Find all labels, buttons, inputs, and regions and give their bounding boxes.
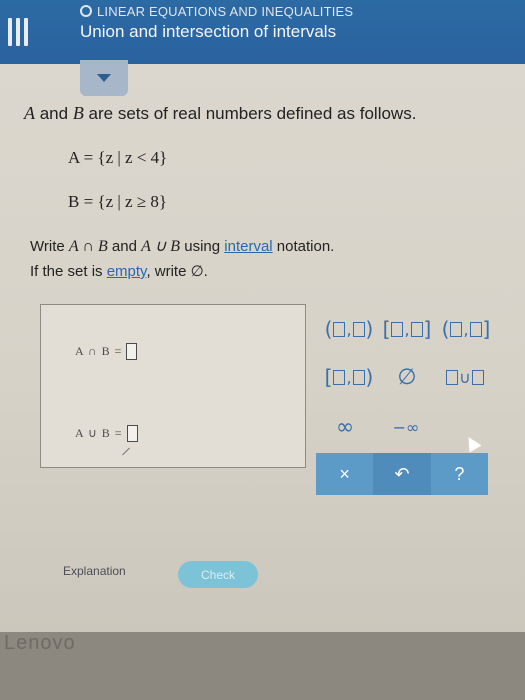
instruction-intersection: A ∩ B (68, 238, 108, 255)
set-a-symbol: A (24, 103, 35, 123)
union-answer-label: A ∪ B = (75, 426, 123, 440)
topic-row: LINEAR EQUATIONS AND INEQUALITIES (80, 2, 353, 20)
header-bar: LINEAR EQUATIONS AND INEQUALITIES Union … (0, 0, 525, 64)
math-palette: (,) [,] (,] [,) ∅ ∪ ∞ −∞ × ↶ ? (316, 305, 490, 495)
empty-link[interactable]: empty (107, 263, 147, 280)
union-symbol: ∪ (459, 367, 471, 387)
clear-button[interactable]: × (316, 453, 373, 495)
menu-icon[interactable] (8, 18, 32, 46)
prompt-and: and (35, 104, 73, 123)
instruction-union: A ∪ B (141, 238, 181, 255)
instruction-and: and (107, 238, 142, 255)
infinity-button[interactable]: ∞ (320, 415, 370, 440)
collapse-toggle-button[interactable] (80, 60, 128, 96)
intersection-answer-label: A ∩ B = (75, 344, 123, 358)
closed-open-interval-button[interactable]: [,) (320, 365, 378, 389)
empty-suffix: , write ∅. (146, 263, 208, 280)
answer-box: A ∩ B = A ∪ B = (40, 304, 306, 468)
interval-link[interactable]: interval (224, 238, 272, 255)
check-button[interactable]: Check (178, 561, 258, 588)
union-button[interactable]: ∪ (432, 365, 498, 389)
set-a-definition: A = {z | z < 4} (68, 148, 168, 167)
union-answer-row: A ∪ B = (75, 425, 138, 442)
topic-circle-icon (80, 5, 92, 17)
intersection-answer-row: A ∩ B = (75, 343, 138, 360)
explanation-button[interactable]: Explanation (63, 564, 126, 578)
set-b-definition: B = {z | z ≥ 8} (68, 192, 168, 211)
instruction-using: using (180, 238, 225, 255)
topic-label: LINEAR EQUATIONS AND INEQUALITIES (97, 3, 354, 19)
instruction-suffix: notation. (272, 238, 335, 255)
open-closed-interval-button[interactable]: (,] (436, 317, 496, 341)
screen: LINEAR EQUATIONS AND INEQUALITIES Union … (0, 0, 525, 632)
cursor-mark (122, 447, 130, 456)
empty-set-button[interactable]: ∅ (382, 365, 432, 390)
help-button[interactable]: ? (430, 453, 488, 495)
open-open-interval-button[interactable]: (,) (320, 317, 378, 341)
empty-prefix: If the set is (30, 263, 107, 280)
problem-prompt: A and B are sets of real numbers defined… (24, 103, 416, 124)
negative-infinity-button[interactable]: −∞ (376, 415, 436, 439)
set-b-symbol: B (72, 103, 84, 123)
empty-instruction-line: If the set is empty, write ∅. (30, 262, 208, 280)
instruction-prefix: Write (30, 238, 69, 255)
closed-closed-interval-button[interactable]: [,] (378, 317, 436, 341)
undo-button[interactable]: ↶ (373, 453, 431, 495)
page-title: Union and intersection of intervals (80, 22, 337, 41)
prompt-rest: are sets of real numbers defined as foll… (83, 104, 417, 123)
intersection-answer-input[interactable] (126, 343, 138, 360)
chevron-down-icon (97, 74, 111, 82)
union-answer-input[interactable] (126, 425, 138, 442)
action-bar: × ↶ ? (316, 453, 488, 495)
bezel-brand-logo: Lenovo (4, 632, 76, 654)
instruction-line: Write A ∩ B and A ∪ B using interval not… (30, 236, 334, 256)
